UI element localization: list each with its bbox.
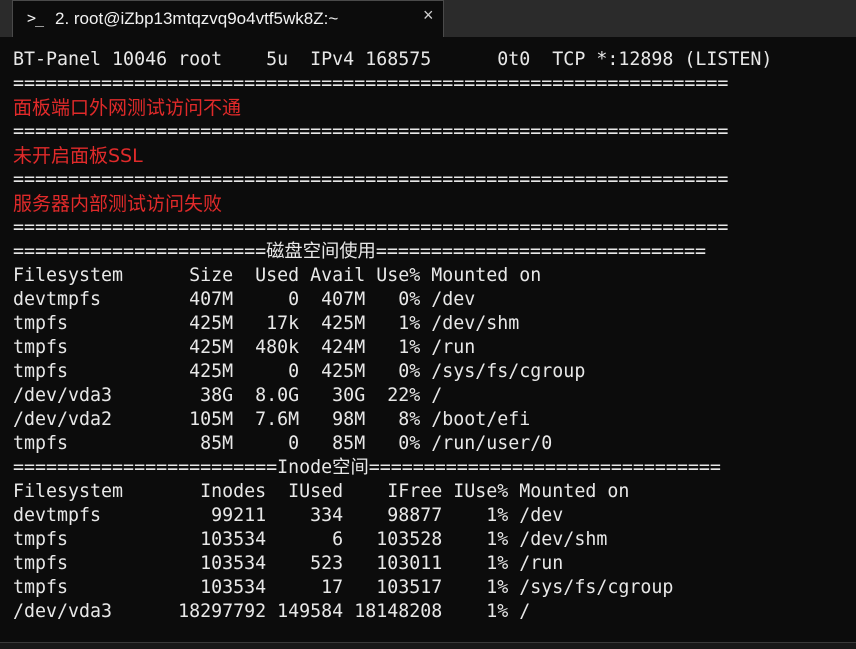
- error-message-line: 服务器内部测试访问失败: [13, 193, 223, 215]
- terminal-line: ========================================…: [13, 73, 729, 94]
- terminal-line: devtmpfs 99211 334 98877 1% /dev: [13, 505, 564, 526]
- terminal-line: tmpfs 425M 0 425M 0% /sys/fs/cgroup: [13, 361, 586, 382]
- tab-terminal-session[interactable]: >_ 2. root@iZbp13mtqzvq9o4vtf5wk8Z:~ ×: [12, 0, 444, 37]
- terminal-line: ========================================…: [13, 169, 729, 190]
- tab-title: 2. root@iZbp13mtqzvq9o4vtf5wk8Z:~: [55, 9, 339, 28]
- error-message-line: 面板端口外网测试访问不通: [13, 97, 242, 119]
- terminal-line: tmpfs 85M 0 85M 0% /run/user/0: [13, 433, 553, 454]
- window-bottom-edge: [0, 642, 856, 649]
- terminal-output[interactable]: BT-Panel 10046 root 5u IPv4 168575 0t0 T…: [13, 48, 848, 624]
- terminal-line: ========================Inode空间=========…: [13, 457, 721, 478]
- terminal-line: =======================磁盘空间使用===========…: [13, 241, 707, 262]
- terminal-line: tmpfs 103534 523 103011 1% /run: [13, 553, 564, 574]
- terminal-line: ========================================…: [13, 217, 729, 238]
- tab-bar: >_ 2. root@iZbp13mtqzvq9o4vtf5wk8Z:~ ×: [0, 0, 856, 37]
- terminal-line: tmpfs 425M 17k 425M 1% /dev/shm: [13, 313, 520, 334]
- terminal-line: tmpfs 425M 480k 424M 1% /run: [13, 337, 476, 358]
- terminal-line: tmpfs 103534 17 103517 1% /sys/fs/cgroup: [13, 577, 674, 598]
- terminal-line: /dev/vda3 18297792 149584 18148208 1% /: [13, 601, 531, 622]
- terminal-line: Filesystem Inodes IUsed IFree IUse% Moun…: [13, 481, 630, 502]
- terminal-line: devtmpfs 407M 0 407M 0% /dev: [13, 289, 476, 310]
- terminal-line: tmpfs 103534 6 103528 1% /dev/shm: [13, 529, 608, 550]
- terminal-prompt-icon: >_: [27, 9, 44, 27]
- error-message-line: 未开启面板SSL: [13, 145, 143, 167]
- terminal-line: BT-Panel 10046 root 5u IPv4 168575 0t0 T…: [13, 49, 773, 70]
- terminal-line: ========================================…: [13, 121, 729, 142]
- terminal-line: /dev/vda2 105M 7.6M 98M 8% /boot/efi: [13, 409, 531, 430]
- close-icon[interactable]: ×: [423, 5, 434, 26]
- terminal-line: /dev/vda3 38G 8.0G 30G 22% /: [13, 385, 443, 406]
- terminal-line: Filesystem Size Used Avail Use% Mounted …: [13, 265, 542, 286]
- terminal-window: >_ 2. root@iZbp13mtqzvq9o4vtf5wk8Z:~ × B…: [0, 0, 856, 649]
